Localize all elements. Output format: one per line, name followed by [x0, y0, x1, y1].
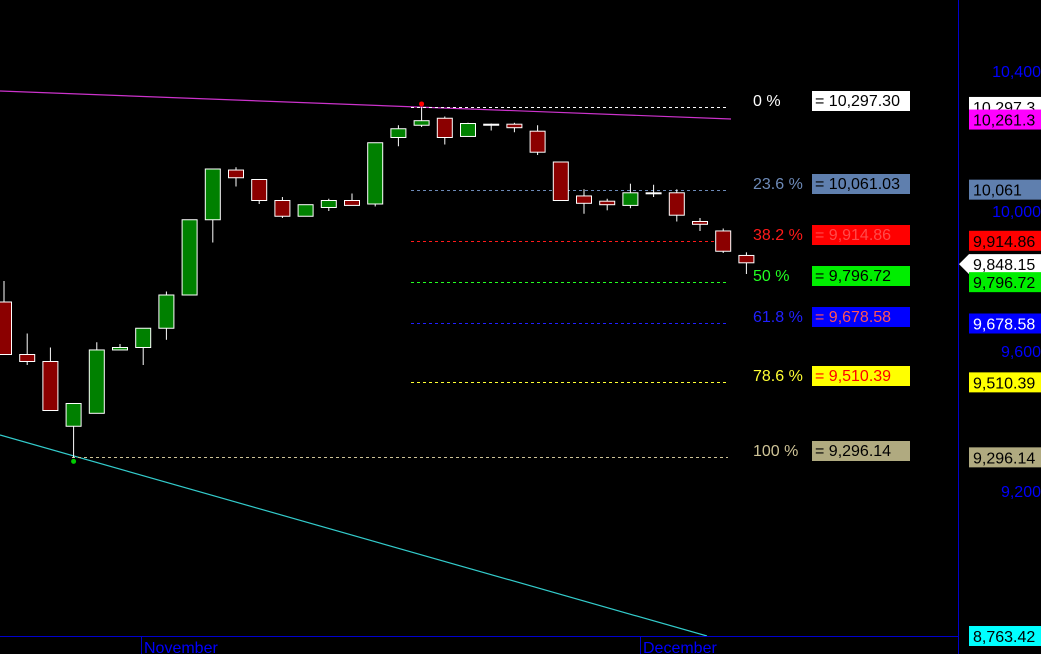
price-tag-label: 9,796.72: [973, 275, 1035, 292]
price-tag-label: 10,261.3: [973, 113, 1035, 130]
fib-percent-label: 50 %: [753, 268, 789, 285]
fib-value-label: = 10,297.30: [815, 93, 900, 110]
price-tag: 9,914.86: [969, 230, 1041, 251]
candle-body: [692, 221, 708, 225]
candle-body: [251, 179, 268, 201]
candle: [715, 228, 732, 253]
month-tick-label: December: [643, 640, 717, 654]
price-tag-label: 8,763.42: [973, 629, 1035, 646]
candle-body: [715, 230, 732, 252]
candle-body: [436, 117, 453, 138]
candle-body: [320, 200, 337, 208]
price-tag-label: 9,678.58: [973, 316, 1035, 333]
candle: [460, 122, 476, 137]
candle-body: [65, 403, 82, 427]
candle: [181, 219, 198, 296]
fib-percent-label: 61.8 %: [753, 309, 803, 326]
candle-body: [668, 192, 685, 216]
candle-body: [274, 200, 291, 217]
candle-body: [460, 123, 476, 137]
price-tick-label: 10,000: [992, 204, 1041, 221]
candle-body: [42, 361, 59, 411]
fib-percent-label: 0 %: [753, 93, 781, 110]
candle-body: [112, 347, 128, 351]
candle-body: [552, 161, 569, 201]
fib-percent-label: 23.6 %: [753, 176, 803, 193]
candle: [274, 197, 291, 218]
fib-value-label: = 9,678.58: [815, 309, 891, 326]
candle-body: [413, 120, 430, 126]
candle-body: [181, 219, 198, 296]
candle-body: [204, 168, 221, 221]
price-tag: 9,296.14: [969, 447, 1041, 468]
candle-body: [738, 254, 755, 264]
candle-body: [599, 200, 616, 206]
candle: [251, 179, 268, 204]
candle-body: [344, 200, 360, 206]
price-tick-label: 9,600: [1001, 344, 1041, 361]
swing-low-marker: [71, 458, 77, 464]
price-tag: 9,796.72: [969, 272, 1041, 293]
price-tag-label: 9,848.15: [973, 257, 1035, 274]
candle-body: [158, 294, 175, 329]
price-tag: 10,061: [969, 179, 1041, 200]
candle-body: [529, 130, 546, 153]
price-tag-label: 9,914.86: [973, 234, 1035, 251]
candlestick-chart: 0 % = 10,297.30 23.6 % = 10,061.03 38.2 % = 9…: [0, 0, 1041, 654]
price-tick-label: 10,400: [992, 64, 1041, 81]
swing-high-marker: [419, 101, 425, 107]
price-tag: 9,510.39: [969, 372, 1041, 393]
candle-body: [135, 327, 152, 348]
price-tag: 8,763.42: [969, 626, 1041, 646]
fib-value-label: = 9,296.14: [815, 443, 891, 460]
candle-body: [483, 123, 500, 126]
price-tag-label: 9,296.14: [973, 450, 1035, 467]
price-tag: 9,848.15: [959, 254, 1041, 275]
candle-body: [297, 204, 314, 217]
fib-percent-label: 38.2 %: [753, 227, 803, 244]
candle-body: [367, 142, 384, 205]
candle-body: [506, 123, 523, 129]
candle-body: [228, 169, 244, 179]
price-tag: 10,261.3: [969, 109, 1041, 130]
price-tag-label: 10,061: [973, 183, 1022, 200]
month-tick-label: November: [144, 640, 218, 654]
fib-percent-label: 78.6 %: [753, 368, 803, 385]
candle-body: [622, 192, 639, 206]
candle: [88, 342, 105, 414]
price-tag-label: 9,510.39: [973, 375, 1035, 392]
candle: [552, 161, 569, 201]
fib-value-label: = 9,914.86: [815, 227, 891, 244]
candle-body: [390, 128, 407, 138]
price-tag: 9,678.58: [969, 313, 1041, 334]
fib-percent-label: 100 %: [753, 443, 798, 460]
candle: [367, 142, 384, 207]
candle-body: [19, 354, 36, 362]
fib-value-label: = 9,796.72: [815, 268, 891, 285]
candle-body: [576, 195, 592, 204]
price-tick-label: 9,200: [1001, 484, 1041, 501]
candle-body: [645, 192, 662, 195]
candle-body: [0, 301, 12, 355]
fib-value-label: = 10,061.03: [815, 176, 900, 193]
candle: [297, 204, 314, 217]
candle-body: [88, 349, 105, 414]
fib-value-label: = 9,510.39: [815, 368, 891, 385]
